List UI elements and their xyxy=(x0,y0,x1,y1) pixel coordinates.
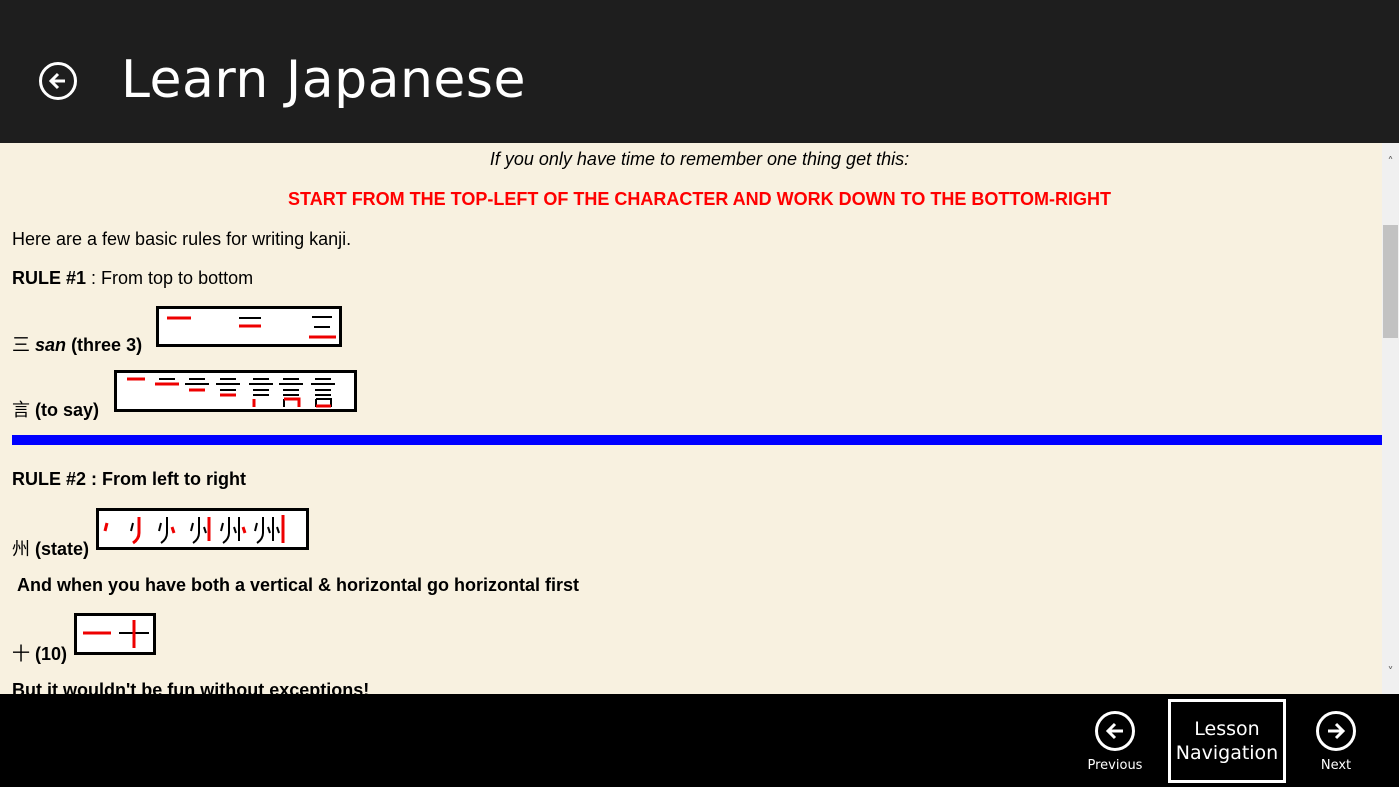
ex2-meaning: (to say) xyxy=(35,400,100,420)
ex1-meaning: (three 3) xyxy=(71,335,143,355)
ex2-kanji: 言 xyxy=(12,400,30,420)
exceptions-note: But it wouldn't be fun without exception… xyxy=(12,680,370,694)
next-arrow-icon xyxy=(1328,722,1346,740)
lesson-nav-line1: Lesson xyxy=(1194,718,1260,740)
stroke-order-say-image xyxy=(114,370,357,412)
ex1-romaji: san xyxy=(35,335,67,355)
rule1-heading: RULE #1 : From top to bottom xyxy=(12,268,253,289)
stroke-order-ten-image xyxy=(74,613,156,655)
ex3-meaning: (state) xyxy=(35,539,90,559)
lesson-intro: If you only have time to remember one th… xyxy=(489,149,910,169)
ex3-kanji: 州 xyxy=(12,539,30,559)
scroll-thumb[interactable] xyxy=(1383,225,1398,338)
app-header: Learn Japanese xyxy=(0,0,1399,143)
lesson-nav-line2: Navigation xyxy=(1175,742,1279,764)
app-title: Learn Japanese xyxy=(121,50,526,110)
basic-rules-intro: Here are a few basic rules for writing k… xyxy=(12,229,352,249)
example-to-say: 言 (to say) xyxy=(12,396,99,422)
section-divider xyxy=(12,435,1386,445)
example-san: 三 san (three 3) xyxy=(12,331,142,357)
stroke-order-state-image xyxy=(96,508,309,550)
previous-button[interactable] xyxy=(1095,711,1135,751)
previous-label[interactable]: Previous xyxy=(1080,758,1150,773)
example-state: 州 (state) xyxy=(12,535,89,561)
rule2-text: : From left to right xyxy=(86,469,247,489)
previous-arrow-icon xyxy=(1105,722,1123,740)
next-label[interactable]: Next xyxy=(1306,758,1366,773)
ex4-meaning: (10) xyxy=(35,644,68,664)
lesson-content[interactable]: If you only have time to remember one th… xyxy=(0,143,1399,694)
stroke-order-san-image xyxy=(156,306,342,347)
key-rule: START FROM THE TOP-LEFT OF THE CHARACTER… xyxy=(288,189,1111,209)
next-button[interactable] xyxy=(1316,711,1356,751)
rule2-label: RULE #2 xyxy=(12,469,87,489)
vertical-horizontal-note: And when you have both a vertical & hori… xyxy=(17,575,580,595)
app-bar: Previous Lesson Navigation Next xyxy=(0,694,1399,787)
rule1-text: : From top to bottom xyxy=(86,268,254,288)
vertical-scrollbar[interactable]: ˄ ˅ xyxy=(1382,143,1399,694)
lesson-navigation-button[interactable]: Lesson Navigation xyxy=(1168,699,1286,783)
back-button[interactable] xyxy=(39,62,77,100)
example-ten: 十 (10) xyxy=(12,640,67,666)
rule1-label: RULE #1 xyxy=(12,268,87,288)
back-arrow-icon xyxy=(48,72,65,90)
scroll-down-icon[interactable]: ˅ xyxy=(1382,665,1399,679)
ex1-kanji: 三 xyxy=(12,335,30,355)
rule2-heading: RULE #2 : From left to right xyxy=(12,469,246,490)
ex4-kanji: 十 xyxy=(12,644,30,664)
scroll-up-icon[interactable]: ˄ xyxy=(1382,155,1399,169)
